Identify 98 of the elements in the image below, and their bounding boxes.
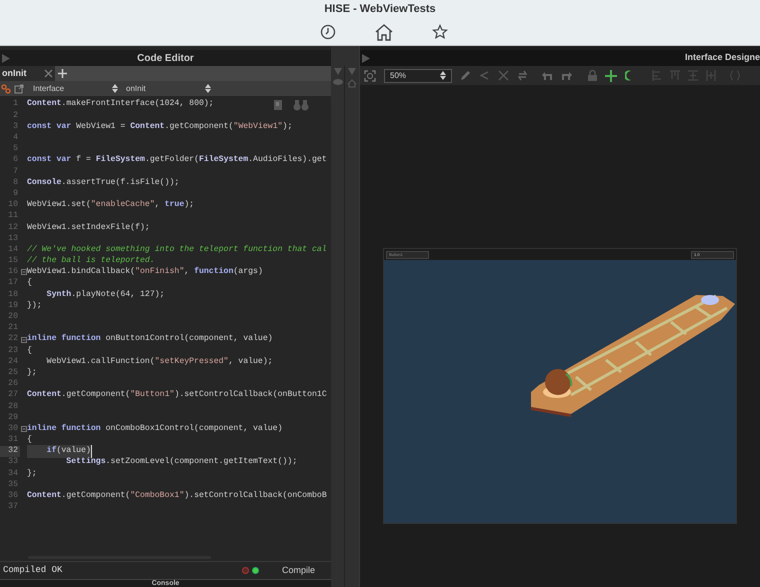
line-number: 14: [7, 244, 19, 256]
code-line: Content.getComponent("ComboBox1").setControlCallback(onComboB: [27, 490, 327, 502]
code-line: {: [27, 277, 32, 290]
callback-dropdown[interactable]: onInit: [126, 82, 211, 94]
close-icon[interactable]: [44, 69, 53, 78]
line-number: 11: [7, 210, 19, 222]
line-number: 18: [7, 289, 19, 300]
code-line: Content.makeFrontInterface(1024, 800);: [27, 98, 214, 110]
tab-label: onInit: [2, 66, 26, 80]
code-line: // We've hooked something into the teleport function that cal: [27, 244, 327, 256]
line-number: 33: [7, 457, 19, 468]
zoom-select[interactable]: 50%: [384, 68, 452, 82]
line-number: 37: [7, 502, 19, 513]
line-number: 36: [7, 490, 19, 502]
move-icon[interactable]: [605, 70, 617, 82]
line-number: 17: [7, 278, 19, 290]
distribute-icon[interactable]: [706, 70, 716, 81]
code-line: Content.getComponent("Button1").setControlCallback(onButton1C: [27, 389, 327, 402]
add-icon[interactable]: [58, 69, 67, 78]
editor-tab[interactable]: onInit: [0, 66, 55, 81]
undo-icon[interactable]: [542, 70, 553, 80]
line-number: 13: [7, 233, 19, 244]
panel-title: Interface Designe: [684, 51, 760, 64]
popout-icon[interactable]: [14, 84, 24, 94]
line-number: 3: [12, 121, 19, 133]
line-number: 34: [7, 468, 19, 480]
line-number: 30: [7, 423, 19, 435]
line-number: 2: [12, 110, 19, 122]
line-number: 8: [12, 177, 19, 188]
code-line: };: [27, 468, 37, 480]
line-number: 1: [12, 99, 19, 110]
code-line: {: [27, 344, 32, 357]
line-number: 31: [7, 434, 19, 446]
line-number: 4: [12, 132, 19, 144]
fold-icon[interactable]: [20, 336, 26, 343]
redo-icon[interactable]: [561, 70, 572, 80]
star-icon[interactable]: [432, 24, 448, 40]
clock-icon[interactable]: [320, 24, 336, 40]
code-line: inline function onButton1Control(component, value): [27, 333, 273, 346]
close-icon[interactable]: [498, 70, 509, 81]
code-line: {: [27, 434, 32, 446]
line-number: 5: [12, 144, 19, 155]
code-line: Console.assertTrue(f.isFile());: [27, 176, 180, 189]
binoculars-icon[interactable]: [293, 99, 309, 111]
pencil-icon[interactable]: [460, 70, 471, 81]
compile-button[interactable]: Compile: [278, 564, 318, 578]
code-line: WebView1.setIndexFile(f);: [27, 222, 150, 234]
line-number: 20: [7, 312, 19, 323]
stepper-icon: [205, 84, 211, 93]
line-number: 9: [12, 188, 19, 200]
align-left-icon[interactable]: [652, 70, 662, 81]
fold-icon[interactable]: [20, 269, 26, 276]
line-number: 21: [7, 322, 19, 334]
code-line: const var f = FileSystem.getFolder(FileSystem.AudioFiles).get: [27, 154, 327, 166]
line-number: 7: [12, 166, 19, 178]
expand-icon[interactable]: [362, 54, 370, 62]
line-number: 16: [7, 266, 19, 278]
braces-icon[interactable]: [730, 70, 740, 81]
panel-title: Code Editor: [137, 52, 194, 66]
stepper-icon: [112, 84, 118, 93]
line-number: 12: [7, 222, 19, 234]
line-number: 15: [7, 256, 19, 267]
code-line: });: [27, 300, 42, 312]
line-number: 19: [7, 300, 19, 312]
line-number: 22: [7, 334, 19, 346]
line-number: 35: [7, 479, 19, 491]
code-line: // the ball is teleported.: [27, 255, 155, 267]
zoom-fit-icon[interactable]: [364, 70, 376, 82]
fold-icon[interactable]: [20, 426, 26, 432]
home-icon[interactable]: [374, 22, 394, 40]
line-number: 10: [7, 200, 19, 211]
code-line: };: [27, 366, 37, 379]
line-number: 25: [7, 368, 19, 379]
distribute-icon[interactable]: [688, 70, 698, 81]
stepper-icon: [440, 71, 446, 80]
code-line: WebView1.bindCallback("onFinish", function(args): [27, 266, 263, 278]
line-number: 26: [7, 378, 19, 390]
compile-status: Compiled OK: [3, 564, 62, 577]
callback-dropdown[interactable]: Interface: [33, 82, 118, 94]
align-top-icon[interactable]: [670, 70, 680, 81]
lock-icon[interactable]: [588, 70, 597, 81]
code-line: inline function onComboBox1Control(component, value): [27, 422, 282, 435]
line-number: 6: [12, 154, 19, 166]
link-icon[interactable]: [1, 84, 11, 94]
line-number: 24: [7, 356, 19, 368]
line-number: 23: [7, 345, 19, 356]
line-number: 27: [7, 390, 19, 402]
line-number: 28: [7, 401, 19, 412]
code-line: const var WebView1 = Content.getComponent("WebView1");: [27, 120, 292, 133]
window-title: HISE - WebViewTests: [324, 2, 436, 17]
expand-icon[interactable]: [2, 54, 10, 62]
code-line: Settings.setZoomLevel(component.getItemText());: [65, 456, 298, 468]
code-line: WebView1.set("enableCache", true);: [27, 199, 194, 212]
swap-icon[interactable]: [517, 70, 528, 81]
code-line: WebView1.callFunction("setKeyPressed", value);: [46, 356, 273, 368]
code-line: Synth.playNote(64, 127);: [46, 288, 165, 301]
line-number: 32: [0, 446, 20, 457]
line-number: 29: [7, 412, 19, 424]
